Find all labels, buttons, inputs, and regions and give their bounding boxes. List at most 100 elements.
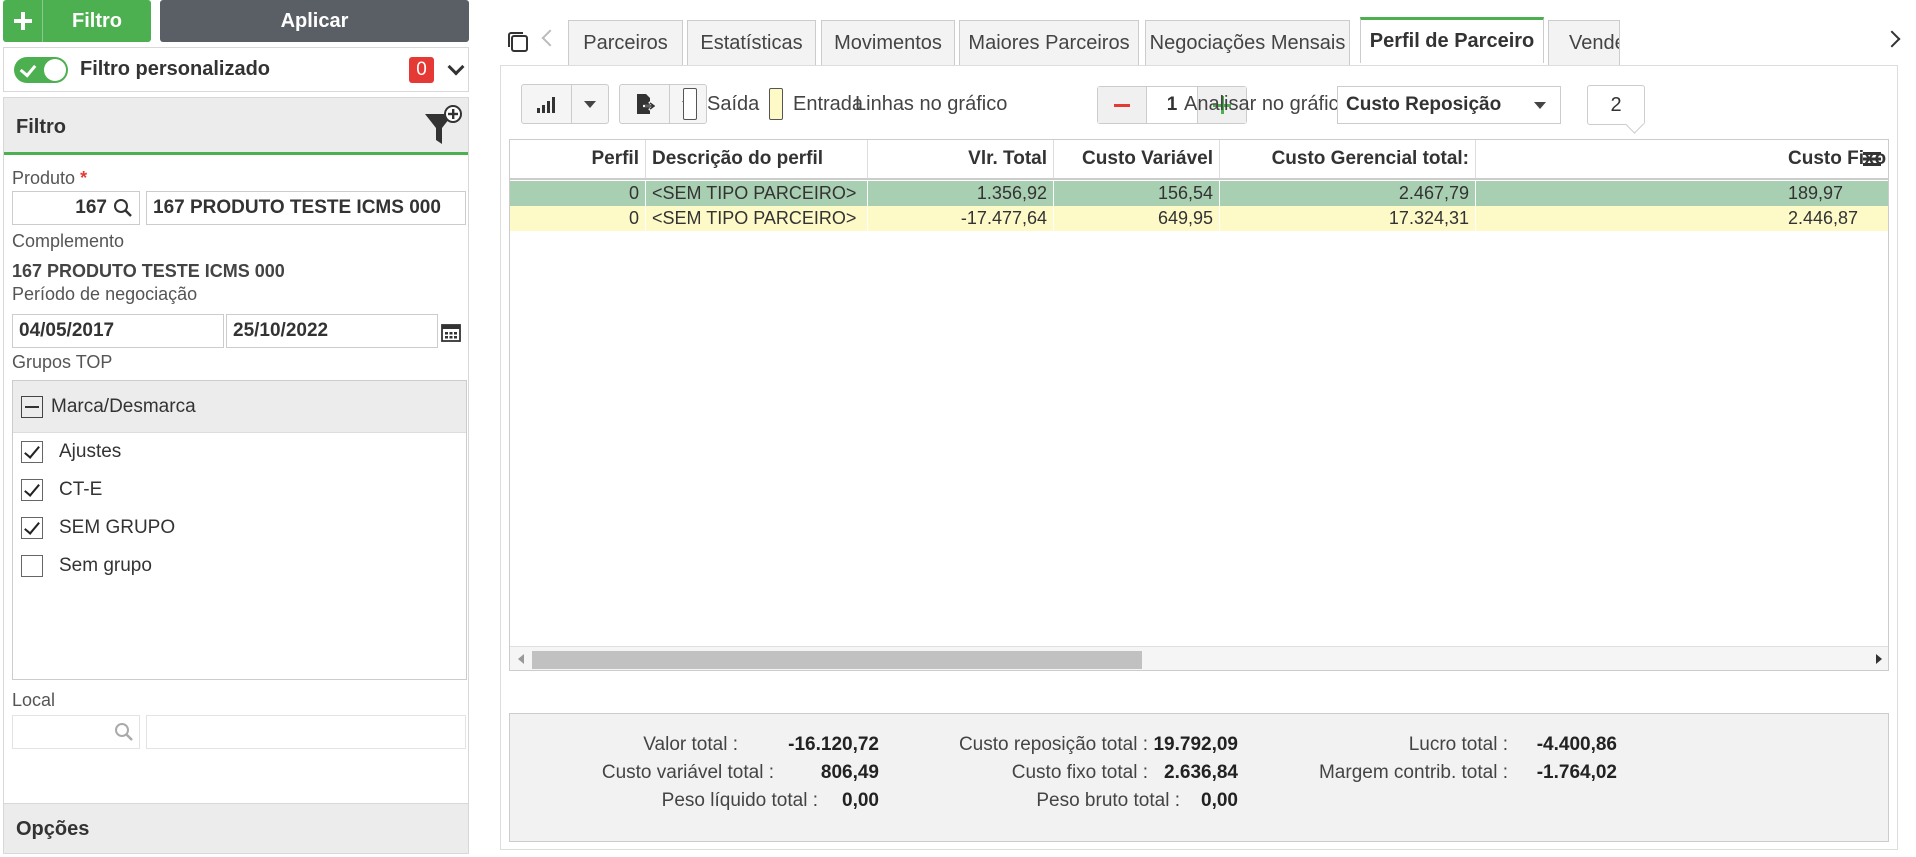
- table-row[interactable]: 0 <SEM TIPO PARCEIRO> -17.477,64 649,95 17.3…: [510, 206, 1888, 231]
- checkbox[interactable]: [21, 517, 43, 539]
- table-cell: 2.467,79: [1220, 181, 1476, 206]
- table-cell: 1.356,92: [868, 181, 1054, 206]
- chart-type-button[interactable]: [521, 84, 609, 124]
- column-header[interactable]: Custo Variável: [1054, 140, 1220, 178]
- tab-parceiros[interactable]: Parceiros: [568, 20, 683, 65]
- grid-header: Perfil Descrição do perfil Vlr. Total Custo…: [510, 140, 1888, 180]
- checkbox[interactable]: [21, 555, 43, 577]
- gross-weight-value: 0,00: [1201, 790, 1238, 811]
- table-cell: 189,97: [1476, 181, 1888, 206]
- column-header[interactable]: Custo Gerencial total:: [1220, 140, 1476, 178]
- analyze-selected-value: Custo Reposição: [1346, 94, 1502, 115]
- checkbox[interactable]: [21, 441, 43, 463]
- profit-value: -4.400,86: [1536, 734, 1617, 755]
- totals-panel: Valor total : -16.120,72 Custo variável …: [509, 713, 1889, 842]
- options-section[interactable]: Opções: [4, 803, 468, 853]
- minus-box-icon: [21, 395, 43, 418]
- filter-panel-title: Filtro: [16, 116, 66, 138]
- net-weight-label: Peso líquido total :: [661, 790, 818, 811]
- groups-label: Grupos TOP: [12, 352, 113, 372]
- table-cell: 649,95: [1054, 206, 1220, 231]
- column-header[interactable]: Vlr. Total: [868, 140, 1054, 178]
- local-name-field[interactable]: [146, 715, 466, 749]
- column-header[interactable]: Perfil: [510, 140, 646, 178]
- tab-label: Vendedores: [1569, 31, 1619, 54]
- filter-panel-header: Filtro: [4, 98, 468, 155]
- chart-type-dropdown[interactable]: [572, 85, 608, 123]
- copy-icon[interactable]: [506, 30, 530, 54]
- tab-label: Maiores Parceiros: [968, 31, 1130, 54]
- calendar-icon[interactable]: [441, 322, 461, 342]
- margin-value: -1.764,02: [1536, 762, 1617, 783]
- total-value-label: Valor total :: [643, 734, 738, 755]
- filter-sidebar: Filtro Aplicar Filtro personalizado 0 Fi…: [0, 0, 471, 857]
- decrement-button[interactable]: [1098, 87, 1146, 123]
- product-name-field[interactable]: 167 PRODUTO TESTE ICMS 000: [146, 191, 466, 225]
- main-area: Parceiros Estatísticas Movimentos Maiores P…: [500, 0, 1916, 857]
- tab-prev-icon[interactable]: [541, 29, 559, 47]
- group-item[interactable]: Ajustes: [13, 433, 466, 471]
- tab-bar: Parceiros Estatísticas Movimentos Maiores P…: [500, 17, 1910, 65]
- bar-chart-icon[interactable]: [522, 85, 572, 123]
- margin-label: Margem contrib. total :: [1318, 762, 1508, 783]
- checkbox[interactable]: [21, 479, 43, 501]
- variable-cost-label: Custo variável total :: [601, 762, 774, 783]
- group-item[interactable]: Sem grupo: [13, 547, 466, 585]
- tab-movimentos[interactable]: Movimentos: [821, 20, 955, 65]
- scroll-right-arrow-icon[interactable]: [1876, 654, 1882, 664]
- groups-list: Marca/Desmarca Ajustes CT-E SEM GRUPO Sem g…: [12, 380, 467, 680]
- group-item[interactable]: CT-E: [13, 471, 466, 509]
- search-icon[interactable]: [114, 722, 134, 742]
- table-row[interactable]: 0 <SEM TIPO PARCEIRO> 1.356,92 156,54 2.467,…: [510, 181, 1888, 206]
- tab-perfil-de-parceiro[interactable]: Perfil de Parceiro: [1360, 17, 1544, 63]
- table-cell: 0: [510, 181, 646, 206]
- groups-toggle-label: Marca/Desmarca: [51, 395, 196, 417]
- product-label: Produto *: [12, 168, 88, 188]
- custom-filter-row: Filtro personalizado 0: [3, 47, 469, 92]
- apply-button[interactable]: Aplicar: [160, 0, 469, 42]
- add-filter-funnel-icon[interactable]: [423, 104, 463, 148]
- table-cell: 2.446,87: [1476, 206, 1888, 231]
- complement-label: Complemento: [12, 231, 125, 251]
- date-start-input[interactable]: 04/05/2017: [12, 314, 224, 348]
- tab-estat-sticas[interactable]: Estatísticas: [687, 20, 816, 65]
- total-value: -16.120,72: [788, 734, 879, 755]
- scrollbar-thumb[interactable]: [532, 651, 1142, 669]
- tab-next-icon[interactable]: [1883, 30, 1901, 48]
- custom-filter-toggle[interactable]: [14, 56, 68, 83]
- analyze-select[interactable]: Custo Reposição: [1337, 86, 1561, 124]
- tab-label: Parceiros: [583, 31, 668, 54]
- tab-label: Estatísticas: [700, 31, 803, 54]
- chevron-down-icon[interactable]: [447, 58, 465, 76]
- product-code-input[interactable]: 167: [12, 191, 140, 225]
- scroll-left-arrow-icon[interactable]: [518, 654, 524, 664]
- tab-label: Movimentos: [834, 31, 942, 54]
- group-item-label: SEM GRUPO: [59, 517, 176, 538]
- groups-items: Ajustes CT-E SEM GRUPO Sem grupo: [13, 433, 466, 585]
- groups-toggle-all[interactable]: Marca/Desmarca: [13, 381, 466, 433]
- legend-in-label: Entrada: [793, 93, 864, 115]
- column-menu-icon[interactable]: [1862, 150, 1882, 168]
- tab-negocia-es-mensais[interactable]: Negociações Mensais: [1145, 20, 1350, 65]
- add-filter-button[interactable]: Filtro: [3, 0, 151, 42]
- tab-vendedores[interactable]: Vendedores: [1548, 20, 1620, 65]
- search-icon[interactable]: [113, 198, 133, 218]
- column-header[interactable]: Descrição do perfil: [646, 140, 868, 178]
- tab-label: Perfil de Parceiro: [1369, 30, 1535, 52]
- complement-value: 167 PRODUTO TESTE ICMS 000: [12, 261, 285, 281]
- gross-weight-label: Peso bruto total :: [1036, 790, 1180, 811]
- column-header[interactable]: Custo Fixo: [1476, 140, 1888, 178]
- custom-filter-label: Filtro personalizado: [80, 58, 271, 80]
- legend-in-swatch: [769, 88, 783, 120]
- group-item[interactable]: SEM GRUPO: [13, 509, 466, 547]
- date-end-input[interactable]: 25/10/2022: [226, 314, 438, 348]
- filter-panel: Filtro Produto * 167 167 PRODUTO TESTE I…: [3, 97, 469, 854]
- custom-filter-count-badge: 0: [409, 57, 434, 83]
- export-file-icon[interactable]: [620, 85, 670, 123]
- product-code-value: 167: [75, 197, 107, 218]
- horizontal-scrollbar[interactable]: [510, 646, 1888, 670]
- tab-maiores-parceiros[interactable]: Maiores Parceiros: [959, 20, 1139, 65]
- add-filter-label: Filtro: [72, 9, 122, 32]
- fixed-cost-label: Custo fixo total :: [1011, 762, 1148, 783]
- tab-content: Saída Entrada Linhas no gráfico 1 Analis…: [500, 65, 1898, 850]
